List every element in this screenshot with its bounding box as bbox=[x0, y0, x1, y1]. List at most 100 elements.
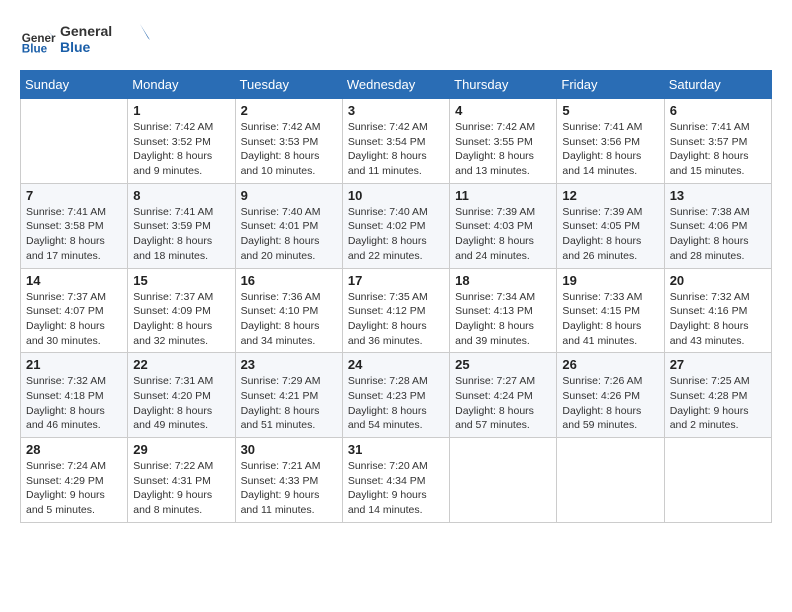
day-info: Sunrise: 7:42 AM Sunset: 3:52 PM Dayligh… bbox=[133, 120, 229, 179]
day-number: 11 bbox=[455, 188, 551, 203]
day-cell: 29 Sunrise: 7:22 AM Sunset: 4:31 PM Dayli… bbox=[128, 438, 235, 523]
week-row-1: 1 Sunrise: 7:42 AM Sunset: 3:52 PM Daylig… bbox=[21, 99, 772, 184]
day-info: Sunrise: 7:32 AM Sunset: 4:16 PM Dayligh… bbox=[670, 290, 766, 349]
day-number: 26 bbox=[562, 357, 658, 372]
day-cell: 1 Sunrise: 7:42 AM Sunset: 3:52 PM Daylig… bbox=[128, 99, 235, 184]
day-info: Sunrise: 7:39 AM Sunset: 4:03 PM Dayligh… bbox=[455, 205, 551, 264]
day-cell: 14 Sunrise: 7:37 AM Sunset: 4:07 PM Dayli… bbox=[21, 268, 128, 353]
day-number: 22 bbox=[133, 357, 229, 372]
day-info: Sunrise: 7:41 AM Sunset: 3:56 PM Dayligh… bbox=[562, 120, 658, 179]
column-header-tuesday: Tuesday bbox=[235, 71, 342, 99]
day-cell bbox=[450, 438, 557, 523]
day-cell: 20 Sunrise: 7:32 AM Sunset: 4:16 PM Dayli… bbox=[664, 268, 771, 353]
day-info: Sunrise: 7:29 AM Sunset: 4:21 PM Dayligh… bbox=[241, 374, 337, 433]
day-number: 28 bbox=[26, 442, 122, 457]
day-cell: 11 Sunrise: 7:39 AM Sunset: 4:03 PM Dayli… bbox=[450, 183, 557, 268]
svg-text:Blue: Blue bbox=[22, 43, 48, 56]
day-cell: 25Sunrise: 7:27 AM Sunset: 4:24 PM Dayli… bbox=[450, 353, 557, 438]
day-number: 17 bbox=[348, 273, 444, 288]
day-info: Sunrise: 7:20 AM Sunset: 4:34 PM Dayligh… bbox=[348, 459, 444, 518]
week-row-5: 28 Sunrise: 7:24 AM Sunset: 4:29 PM Dayli… bbox=[21, 438, 772, 523]
day-info: Sunrise: 7:33 AM Sunset: 4:15 PM Dayligh… bbox=[562, 290, 658, 349]
day-cell: 28 Sunrise: 7:24 AM Sunset: 4:29 PM Dayli… bbox=[21, 438, 128, 523]
header-row: SundayMondayTuesdayWednesdayThursdayFrid… bbox=[21, 71, 772, 99]
day-number: 3 bbox=[348, 103, 444, 118]
day-number: 18 bbox=[455, 273, 551, 288]
day-number: 16 bbox=[241, 273, 337, 288]
column-header-sunday: Sunday bbox=[21, 71, 128, 99]
week-row-3: 14 Sunrise: 7:37 AM Sunset: 4:07 PM Dayli… bbox=[21, 268, 772, 353]
day-info: Sunrise: 7:41 AM Sunset: 3:57 PM Dayligh… bbox=[670, 120, 766, 179]
day-number: 8 bbox=[133, 188, 229, 203]
week-row-2: 7 Sunrise: 7:41 AM Sunset: 3:58 PM Daylig… bbox=[21, 183, 772, 268]
day-cell: 2Sunrise: 7:42 AM Sunset: 3:53 PM Daylig… bbox=[235, 99, 342, 184]
day-number: 31 bbox=[348, 442, 444, 457]
day-cell bbox=[557, 438, 664, 523]
day-info: Sunrise: 7:26 AM Sunset: 4:26 PM Dayligh… bbox=[562, 374, 658, 433]
day-number: 10 bbox=[348, 188, 444, 203]
day-cell: 22 Sunrise: 7:31 AM Sunset: 4:20 PM Dayli… bbox=[128, 353, 235, 438]
day-info: Sunrise: 7:37 AM Sunset: 4:09 PM Dayligh… bbox=[133, 290, 229, 349]
day-number: 19 bbox=[562, 273, 658, 288]
column-header-saturday: Saturday bbox=[664, 71, 771, 99]
logo-svg: General Blue bbox=[60, 20, 150, 60]
day-info: Sunrise: 7:32 AM Sunset: 4:18 PM Dayligh… bbox=[26, 374, 122, 433]
day-info: Sunrise: 7:35 AM Sunset: 4:12 PM Dayligh… bbox=[348, 290, 444, 349]
page-header: General Blue General Blue bbox=[20, 20, 772, 60]
day-number: 23 bbox=[241, 357, 337, 372]
day-cell: 12 Sunrise: 7:39 AM Sunset: 4:05 PM Dayli… bbox=[557, 183, 664, 268]
day-cell: 18Sunrise: 7:34 AM Sunset: 4:13 PM Dayli… bbox=[450, 268, 557, 353]
day-number: 24 bbox=[348, 357, 444, 372]
week-row-4: 21 Sunrise: 7:32 AM Sunset: 4:18 PM Dayli… bbox=[21, 353, 772, 438]
day-number: 12 bbox=[562, 188, 658, 203]
day-cell: 30 Sunrise: 7:21 AM Sunset: 4:33 PM Dayli… bbox=[235, 438, 342, 523]
day-cell: 31 Sunrise: 7:20 AM Sunset: 4:34 PM Dayli… bbox=[342, 438, 449, 523]
day-info: Sunrise: 7:24 AM Sunset: 4:29 PM Dayligh… bbox=[26, 459, 122, 518]
day-cell bbox=[21, 99, 128, 184]
day-number: 5 bbox=[562, 103, 658, 118]
svg-text:Blue: Blue bbox=[60, 39, 91, 55]
day-number: 30 bbox=[241, 442, 337, 457]
day-cell bbox=[664, 438, 771, 523]
day-cell: 21 Sunrise: 7:32 AM Sunset: 4:18 PM Dayli… bbox=[21, 353, 128, 438]
logo-icon: General Blue bbox=[20, 22, 56, 58]
logo: General Blue General Blue bbox=[20, 20, 150, 60]
column-header-friday: Friday bbox=[557, 71, 664, 99]
day-number: 21 bbox=[26, 357, 122, 372]
day-info: Sunrise: 7:41 AM Sunset: 3:58 PM Dayligh… bbox=[26, 205, 122, 264]
day-number: 20 bbox=[670, 273, 766, 288]
day-number: 14 bbox=[26, 273, 122, 288]
day-number: 2 bbox=[241, 103, 337, 118]
day-info: Sunrise: 7:21 AM Sunset: 4:33 PM Dayligh… bbox=[241, 459, 337, 518]
day-info: Sunrise: 7:28 AM Sunset: 4:23 PM Dayligh… bbox=[348, 374, 444, 433]
day-info: Sunrise: 7:39 AM Sunset: 4:05 PM Dayligh… bbox=[562, 205, 658, 264]
day-number: 1 bbox=[133, 103, 229, 118]
day-cell: 10Sunrise: 7:40 AM Sunset: 4:02 PM Dayli… bbox=[342, 183, 449, 268]
day-cell: 23 Sunrise: 7:29 AM Sunset: 4:21 PM Dayli… bbox=[235, 353, 342, 438]
day-cell: 16 Sunrise: 7:36 AM Sunset: 4:10 PM Dayli… bbox=[235, 268, 342, 353]
day-info: Sunrise: 7:40 AM Sunset: 4:01 PM Dayligh… bbox=[241, 205, 337, 264]
day-cell: 9 Sunrise: 7:40 AM Sunset: 4:01 PM Daylig… bbox=[235, 183, 342, 268]
day-cell: 6Sunrise: 7:41 AM Sunset: 3:57 PM Daylig… bbox=[664, 99, 771, 184]
day-cell: 4Sunrise: 7:42 AM Sunset: 3:55 PM Daylig… bbox=[450, 99, 557, 184]
day-cell: 19 Sunrise: 7:33 AM Sunset: 4:15 PM Dayli… bbox=[557, 268, 664, 353]
day-cell: 5 Sunrise: 7:41 AM Sunset: 3:56 PM Daylig… bbox=[557, 99, 664, 184]
day-number: 9 bbox=[241, 188, 337, 203]
svg-text:General: General bbox=[60, 23, 112, 39]
calendar-table: SundayMondayTuesdayWednesdayThursdayFrid… bbox=[20, 70, 772, 523]
day-number: 29 bbox=[133, 442, 229, 457]
day-cell: 24 Sunrise: 7:28 AM Sunset: 4:23 PM Dayli… bbox=[342, 353, 449, 438]
day-number: 7 bbox=[26, 188, 122, 203]
column-header-monday: Monday bbox=[128, 71, 235, 99]
day-info: Sunrise: 7:27 AM Sunset: 4:24 PM Dayligh… bbox=[455, 374, 551, 433]
day-cell: 3Sunrise: 7:42 AM Sunset: 3:54 PM Daylig… bbox=[342, 99, 449, 184]
day-cell: 15Sunrise: 7:37 AM Sunset: 4:09 PM Dayli… bbox=[128, 268, 235, 353]
day-info: Sunrise: 7:31 AM Sunset: 4:20 PM Dayligh… bbox=[133, 374, 229, 433]
day-info: Sunrise: 7:42 AM Sunset: 3:55 PM Dayligh… bbox=[455, 120, 551, 179]
day-info: Sunrise: 7:25 AM Sunset: 4:28 PM Dayligh… bbox=[670, 374, 766, 433]
day-cell: 27Sunrise: 7:25 AM Sunset: 4:28 PM Dayli… bbox=[664, 353, 771, 438]
day-info: Sunrise: 7:22 AM Sunset: 4:31 PM Dayligh… bbox=[133, 459, 229, 518]
day-info: Sunrise: 7:36 AM Sunset: 4:10 PM Dayligh… bbox=[241, 290, 337, 349]
day-info: Sunrise: 7:37 AM Sunset: 4:07 PM Dayligh… bbox=[26, 290, 122, 349]
day-cell: 26 Sunrise: 7:26 AM Sunset: 4:26 PM Dayli… bbox=[557, 353, 664, 438]
